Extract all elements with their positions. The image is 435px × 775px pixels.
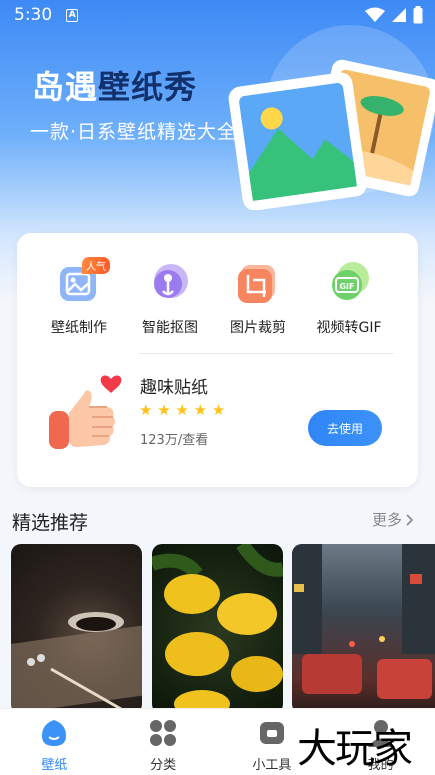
notification-icon: A [66, 8, 79, 22]
tool-crop[interactable]: 图片裁剪 [214, 259, 302, 337]
status-time: 5:30 [14, 5, 53, 25]
more-label: 更多 [372, 511, 403, 529]
crop-icon [235, 259, 281, 305]
tools-card: 人气 壁纸制作 智能抠图 图片裁剪 GIF 视频转GIF 趣味贴纸 ★ ★ ★ … [17, 233, 418, 487]
featured-wallpaper-1[interactable] [11, 544, 142, 714]
image-edit-icon: 人气 [56, 257, 110, 305]
battery-icon [413, 6, 423, 24]
status-bar: 5:30 A [0, 0, 435, 30]
category-tab-icon [150, 720, 177, 746]
hero-title-part2: 壁纸秀 [98, 68, 198, 106]
smart-cutout-icon [147, 259, 193, 305]
tool-label: 壁纸制作 [51, 320, 107, 336]
tool-label: 视频转GIF [316, 320, 382, 336]
sticker-views: 123万/查看 [140, 433, 209, 448]
hero-subtitle: 一款·日系壁纸精选大全 [30, 121, 238, 143]
featured-wallpaper-2[interactable] [152, 544, 283, 714]
sticker-title: 趣味贴纸 [140, 378, 208, 398]
tool-label: 图片裁剪 [230, 320, 286, 336]
divider [139, 353, 394, 354]
coffee-book-image [11, 612, 142, 714]
tab-label: 分类 [150, 758, 177, 773]
featured-title: 精选推荐 [12, 512, 89, 534]
chevron-right-icon [406, 513, 414, 526]
tool-label: 智能抠图 [142, 320, 198, 336]
photo-frames-illustration [228, 59, 435, 210]
use-button[interactable]: 去使用 [308, 410, 382, 446]
tab-label: 小工具 [252, 758, 292, 773]
tab-category[interactable]: 分类 [109, 709, 218, 775]
city-street-image [292, 544, 435, 699]
lemons-image [152, 544, 283, 714]
hero-title-part1: 岛遇 [32, 68, 99, 106]
tab-label: 壁纸 [41, 758, 68, 773]
wifi-icon [365, 7, 385, 22]
tool-video-to-gif[interactable]: GIF 视频转GIF [305, 259, 393, 337]
hero-title: 岛遇壁纸秀 [32, 62, 197, 108]
more-link[interactable]: 更多 [372, 509, 414, 530]
tool-wallpaper-make[interactable]: 人气 壁纸制作 [35, 257, 123, 337]
gif-icon-text: GIF [339, 282, 354, 291]
watermark: 大玩家 [297, 726, 413, 772]
thumbs-up-sticker [49, 375, 122, 449]
tool-smart-cutout[interactable]: 智能抠图 [126, 259, 214, 337]
toolbox-tab-icon [259, 722, 284, 744]
featured-wallpaper-3[interactable] [292, 544, 435, 714]
rating-stars: ★ ★ ★ ★ ★ [139, 401, 226, 419]
tab-wallpaper[interactable]: 壁纸 [0, 709, 109, 775]
gif-icon: GIF [326, 259, 372, 305]
popular-badge: 人气 [82, 257, 110, 274]
signal-icon [392, 8, 406, 22]
wallpaper-tab-icon [42, 720, 67, 746]
